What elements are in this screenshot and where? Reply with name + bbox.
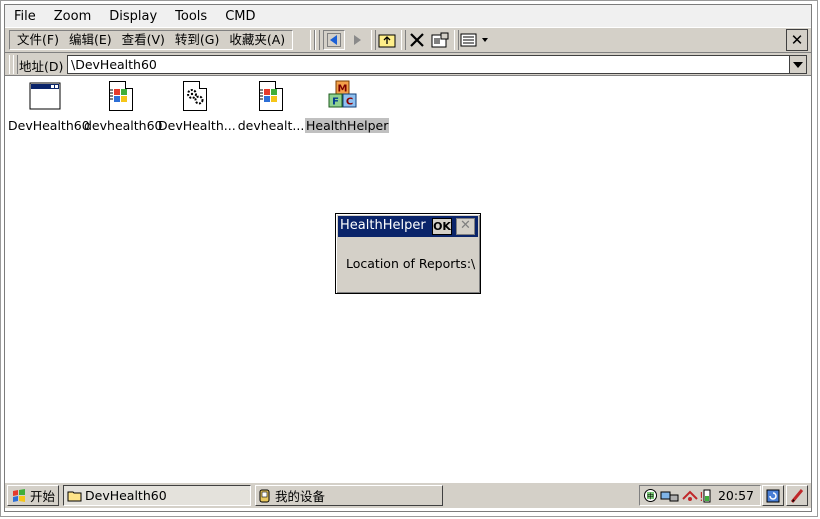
file-label: devhealt... xyxy=(237,118,305,133)
forward-button[interactable] xyxy=(346,30,368,50)
task-label: 我的设备 xyxy=(275,489,326,504)
windows-doc-icon xyxy=(254,80,288,114)
explorer-close-button[interactable]: ✕ xyxy=(786,29,808,51)
menu-goto[interactable]: 转到(G) xyxy=(170,31,224,49)
back-button[interactable] xyxy=(323,30,345,50)
view-button[interactable] xyxy=(458,30,492,50)
view-icon xyxy=(460,33,488,47)
windows-flag-icon xyxy=(13,488,25,502)
svg-text:中: 中 xyxy=(647,492,654,501)
delete-button[interactable] xyxy=(406,30,428,50)
host-menu-file[interactable]: File xyxy=(5,9,45,24)
svg-text:!: ! xyxy=(699,490,704,504)
windows-doc-icon xyxy=(104,80,138,114)
pen-icon xyxy=(790,488,804,503)
explorer-toolbar: 文件(F) 编辑(E) 查看(V) 转到(G) 收藏夹(A) ✕ xyxy=(5,27,811,53)
menu-view[interactable]: 查看(V) xyxy=(117,31,170,49)
file-label: HealthHelper xyxy=(305,118,390,133)
address-dropdown-button[interactable] xyxy=(789,55,807,74)
input-panel-button[interactable] xyxy=(786,485,808,506)
svg-text:F: F xyxy=(332,97,339,108)
taskbar: 开始 DevHealth60 我的设备 中 ! 20:57 xyxy=(5,482,811,508)
network-icon[interactable] xyxy=(660,489,680,503)
screen-edge xyxy=(811,5,812,508)
task-my-device[interactable]: 我的设备 xyxy=(255,485,443,506)
dialog-close-button[interactable]: ✕ xyxy=(456,218,475,235)
explorer-menu-bar: 文件(F) 编辑(E) 查看(V) 转到(G) 收藏夹(A) xyxy=(9,30,294,50)
forward-icon xyxy=(354,35,361,45)
desktop-icon xyxy=(766,489,780,502)
task-label: DevHealth60 xyxy=(85,488,167,503)
file-label: DevHealth... xyxy=(158,118,236,133)
file-item-devhealth60-exe[interactable]: DevHealth60 xyxy=(7,80,90,133)
dialog-message: Location of Reports:\ xyxy=(346,256,476,271)
sync-icon[interactable] xyxy=(682,489,698,503)
start-label: 开始 xyxy=(30,489,56,504)
file-item-devhealt-doc[interactable]: devhealt... xyxy=(233,80,309,133)
address-label: 地址(D) xyxy=(19,59,64,74)
file-item-devhealth-config[interactable]: DevHealth... xyxy=(157,80,236,133)
up-folder-icon xyxy=(378,34,396,48)
dialog-ok-button[interactable]: OK xyxy=(432,218,452,235)
gear-doc-icon xyxy=(178,80,212,114)
task-devhealth60[interactable]: DevHealth60 xyxy=(63,485,251,506)
menu-file[interactable]: 文件(F) xyxy=(12,31,64,49)
system-tray: 中 ! 20:57 xyxy=(639,485,761,506)
device-icon xyxy=(259,489,270,502)
properties-icon xyxy=(431,32,449,48)
delete-icon xyxy=(410,33,424,47)
file-item-healthhelper[interactable]: M F C HealthHelper xyxy=(305,80,390,133)
chevron-down-icon xyxy=(793,61,803,68)
address-bar: 地址(D) \DevHealth60 xyxy=(5,53,811,76)
file-label: devhealth60 xyxy=(84,118,163,133)
dialog-title-bar[interactable]: HealthHelper OK ✕ xyxy=(338,216,478,237)
battery-icon[interactable]: ! xyxy=(698,488,712,504)
host-menu-zoom[interactable]: Zoom xyxy=(45,9,100,24)
dialog-title: HealthHelper xyxy=(340,218,426,233)
back-icon xyxy=(327,33,341,47)
start-button[interactable]: 开始 xyxy=(7,485,59,506)
desktop-toggle-button[interactable] xyxy=(762,485,784,506)
app-window-icon xyxy=(29,82,61,110)
svg-text:M: M xyxy=(338,84,348,95)
healthhelper-dialog: HealthHelper OK ✕ Location of Reports:\ xyxy=(335,213,481,294)
host-menu-cmd[interactable]: CMD xyxy=(216,9,264,24)
menu-edit[interactable]: 编辑(E) xyxy=(64,31,117,49)
host-menu-bar: File Zoom Display Tools CMD xyxy=(5,5,811,27)
host-menu-tools[interactable]: Tools xyxy=(166,9,216,24)
svg-text:C: C xyxy=(346,97,353,108)
folder-icon xyxy=(67,491,82,501)
up-folder-button[interactable] xyxy=(376,30,398,50)
toolbar-grip[interactable] xyxy=(315,30,320,50)
address-bar-grip[interactable] xyxy=(13,55,18,74)
mfc-blocks-icon: M F C xyxy=(328,80,357,108)
host-menu-display[interactable]: Display xyxy=(100,9,166,24)
menu-favorites[interactable]: 收藏夹(A) xyxy=(224,31,290,49)
properties-button[interactable] xyxy=(429,30,451,50)
clock: 20:57 xyxy=(717,488,754,503)
input-method-icon[interactable]: 中 xyxy=(643,488,658,503)
file-label: DevHealth60 xyxy=(8,118,90,133)
address-input[interactable]: \DevHealth60 xyxy=(67,55,791,74)
file-item-devhealth60-doc[interactable]: devhealth60 xyxy=(83,80,163,133)
